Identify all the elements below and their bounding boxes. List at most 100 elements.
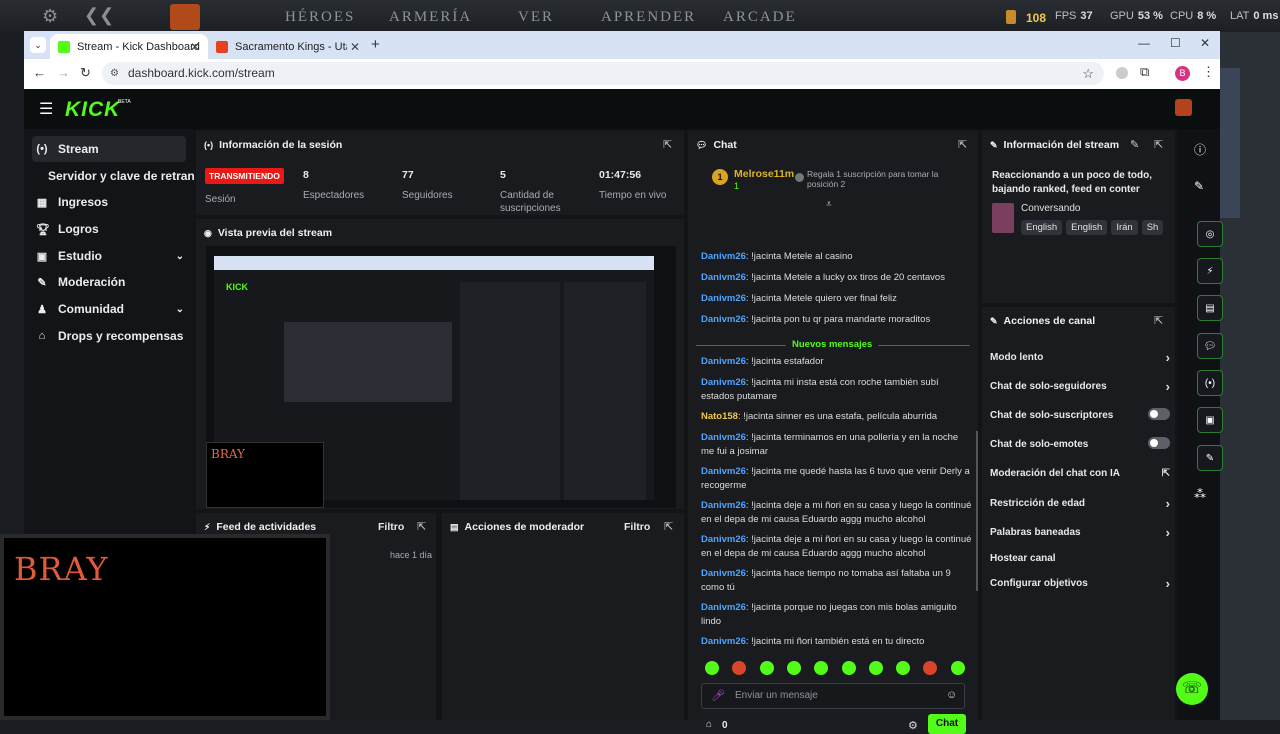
- chat-username[interactable]: Danivm26: [701, 314, 746, 325]
- info-icon[interactable]: ⓘ: [1194, 141, 1206, 158]
- reload-icon[interactable]: ↻: [80, 65, 91, 81]
- chat-settings-gear-icon[interactable]: ⚙: [908, 719, 918, 732]
- game-nav-learn[interactable]: APRENDER: [601, 9, 696, 26]
- popout-icon[interactable]: ⇱: [417, 520, 426, 533]
- settings-gear-icon[interactable]: ⚙: [42, 6, 58, 27]
- extension-icon[interactable]: [1116, 67, 1128, 79]
- sidebar-item-drops[interactable]: ⌂ Drops y recompensas: [32, 323, 186, 349]
- chat-username[interactable]: Danivm26: [701, 500, 746, 511]
- sidebar-item-stream[interactable]: (•) Stream: [32, 136, 186, 162]
- channel-action-row[interactable]: Moderación del chat con IA ⇱: [990, 468, 1170, 479]
- studio-rail-button[interactable]: ▣: [1197, 407, 1223, 433]
- chat-input[interactable]: 🎤︎ Enviar un mensaje ☺: [701, 683, 965, 709]
- chat-username[interactable]: Danivm26: [701, 568, 746, 579]
- emote-icon[interactable]: [841, 661, 856, 675]
- channel-points-icon[interactable]: ⌂: [706, 719, 712, 730]
- channel-action-row[interactable]: Chat de solo-suscriptores: [990, 408, 1170, 421]
- sidebar-item-logros[interactable]: 🏆︎ Logros: [32, 216, 186, 242]
- sidebar-item-server-key[interactable]: Servidor y clave de retransmisión: [32, 163, 194, 189]
- new-tab-icon[interactable]: +: [371, 36, 380, 53]
- puzzle-icon[interactable]: ⧉: [1140, 64, 1149, 80]
- toggle-switch[interactable]: [1148, 437, 1170, 449]
- channel-action-row[interactable]: Configurar objetivos ›: [990, 576, 1170, 591]
- game-nav-heroes[interactable]: HÉROES: [285, 9, 355, 26]
- channel-action-row[interactable]: Chat de solo-emotes: [990, 437, 1170, 450]
- game-nav-armory[interactable]: ARMERÍA: [389, 9, 472, 26]
- broadcast-rail-button[interactable]: (•): [1197, 370, 1223, 396]
- popout-icon[interactable]: ⇱: [663, 138, 672, 151]
- emote-icon[interactable]: [732, 661, 747, 675]
- emote-icon[interactable]: [868, 661, 883, 675]
- chat-username[interactable]: Danivm26: [701, 377, 746, 388]
- channel-action-row[interactable]: Modo lento ›: [990, 350, 1170, 365]
- tag[interactable]: English: [1066, 220, 1108, 235]
- toggle-switch[interactable]: [1148, 408, 1170, 420]
- support-chat-button[interactable]: ☏: [1176, 673, 1208, 705]
- close-tab-icon[interactable]: ✕: [350, 40, 360, 54]
- chat-username[interactable]: Danivm26: [701, 251, 746, 262]
- bookmark-star-icon[interactable]: ☆: [1082, 62, 1094, 85]
- bolt-rail-button[interactable]: ⚡︎: [1197, 258, 1223, 284]
- chat-username[interactable]: Danivm26: [701, 534, 746, 545]
- chat-username[interactable]: Danivm26: [701, 272, 746, 283]
- url-input[interactable]: ⚙ dashboard.kick.com/stream ☆: [102, 62, 1104, 85]
- wrench-rail-button[interactable]: ✎: [1197, 445, 1223, 471]
- profile-avatar[interactable]: B: [1175, 66, 1190, 81]
- tab-kings-jazz[interactable]: Sacramento Kings - Utah Jazz ✕: [208, 34, 368, 59]
- forward-arrow-icon[interactable]: →: [57, 65, 70, 80]
- stream-preview-video[interactable]: KICK BRAY: [206, 246, 676, 508]
- channel-action-row[interactable]: Hostear canal: [990, 553, 1170, 564]
- sidebar-item-moderacion[interactable]: ✎ Moderación: [32, 269, 186, 295]
- emote-icon[interactable]: [814, 661, 829, 675]
- emote-icon[interactable]: [923, 661, 938, 675]
- tab-search-chevron-icon[interactable]: ⌄: [30, 37, 46, 53]
- chat-send-button[interactable]: Chat: [928, 714, 966, 734]
- tab-kick-dashboard[interactable]: Stream - Kick Dashboard ✕: [50, 34, 208, 59]
- maximize-icon[interactable]: ☐: [1170, 36, 1181, 50]
- chat-username[interactable]: Nato158: [701, 411, 738, 422]
- emote-icon[interactable]: [786, 661, 801, 675]
- site-info-icon[interactable]: ⚙: [110, 62, 119, 85]
- close-tab-icon[interactable]: ✕: [190, 40, 200, 54]
- pinned-username[interactable]: Melrose11m: [734, 168, 794, 180]
- minimize-icon[interactable]: —: [1138, 36, 1150, 50]
- channel-action-row[interactable]: Chat de solo-seguidores ›: [990, 379, 1170, 394]
- back-icon[interactable]: ❮❮: [84, 5, 114, 26]
- chat-rail-button[interactable]: 💬︎: [1197, 333, 1223, 359]
- popout-icon[interactable]: ⇱: [664, 520, 673, 533]
- game-nav-watch[interactable]: VER: [518, 9, 554, 26]
- tag[interactable]: English: [1021, 220, 1063, 235]
- back-arrow-icon[interactable]: ←: [33, 65, 46, 80]
- popout-icon[interactable]: ⇱: [1154, 138, 1163, 151]
- chat-scrollbar[interactable]: [976, 431, 978, 591]
- chat-username[interactable]: Danivm26: [701, 636, 746, 647]
- mod-filter-button[interactable]: Filtro: [624, 521, 650, 533]
- channel-action-row[interactable]: Palabras baneadas ›: [990, 525, 1170, 540]
- browser-menu-icon[interactable]: ⋮: [1202, 64, 1215, 80]
- user-avatar[interactable]: [1175, 99, 1192, 116]
- sidebar-item-estudio[interactable]: ▣ Estudio ⌄: [32, 243, 186, 269]
- game-nav-arcade[interactable]: ARCADE: [723, 9, 797, 26]
- popout-icon[interactable]: ⇱: [958, 138, 967, 151]
- hamburger-menu-icon[interactable]: ☰: [39, 99, 53, 119]
- tag[interactable]: Irán: [1111, 220, 1138, 235]
- sidebar-item-ingresos[interactable]: ▦ Ingresos: [32, 189, 186, 215]
- activity-filter-button[interactable]: Filtro: [378, 521, 404, 533]
- collapse-icon[interactable]: ⩡: [826, 199, 832, 210]
- layout-icon[interactable]: ⁂: [1194, 487, 1206, 501]
- emote-icon[interactable]: [705, 661, 719, 675]
- tag[interactable]: Sh: [1141, 220, 1164, 235]
- chat-username[interactable]: Danivm26: [701, 466, 746, 477]
- sidebar-item-comunidad[interactable]: ♟ Comunidad ⌄: [32, 296, 186, 322]
- edit-pencil-icon[interactable]: ✎: [1130, 138, 1139, 151]
- edit-icon[interactable]: ✎: [1194, 179, 1204, 193]
- channel-action-row[interactable]: Restricción de edad ›: [990, 496, 1170, 511]
- chat-username[interactable]: Danivm26: [701, 432, 746, 443]
- emote-icon[interactable]: [950, 661, 965, 675]
- chat-username[interactable]: Danivm26: [701, 293, 746, 304]
- emote-icon[interactable]: [896, 661, 911, 675]
- emoji-icon[interactable]: ☺: [946, 689, 957, 701]
- emote-icon[interactable]: [759, 661, 774, 675]
- microphone-icon[interactable]: 🎤︎: [711, 689, 725, 702]
- kick-logo[interactable]: KICK: [65, 98, 120, 122]
